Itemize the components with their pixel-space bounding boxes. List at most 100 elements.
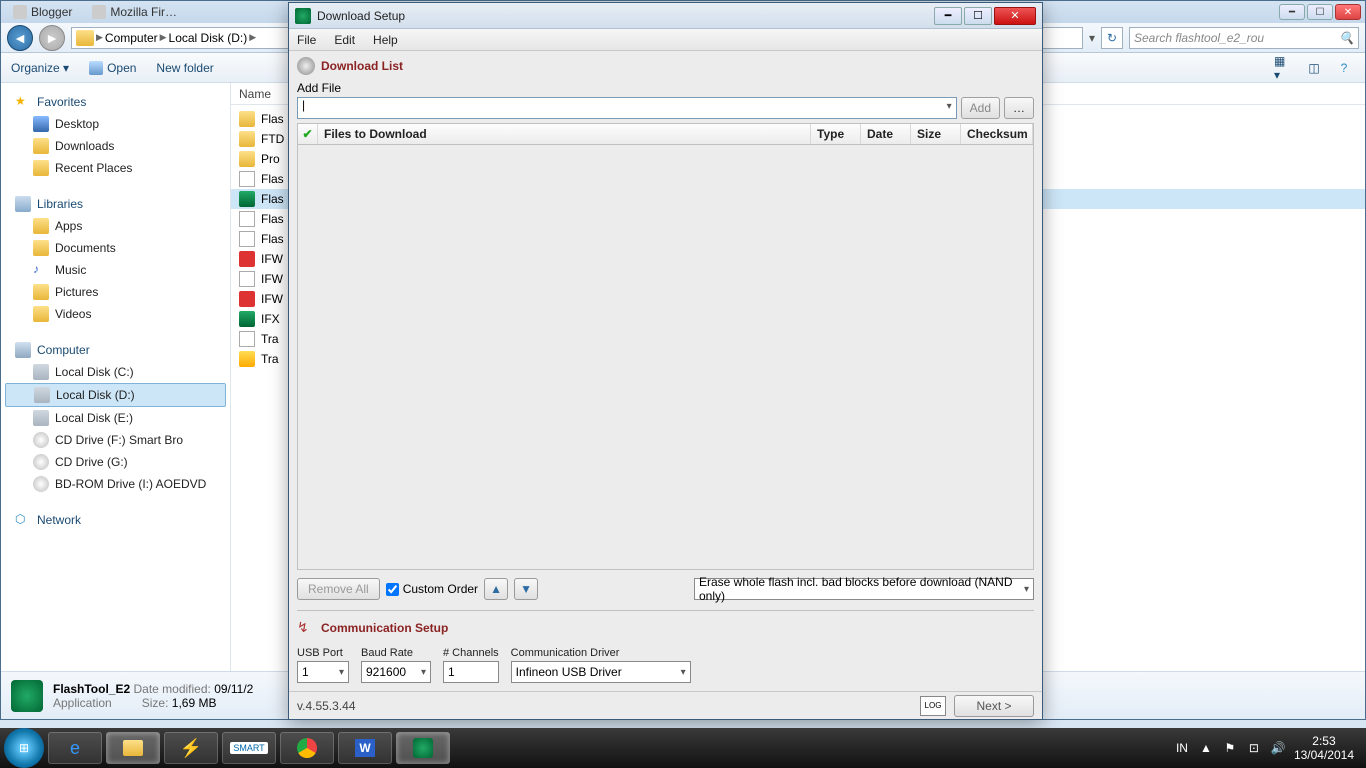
- sidebar-item-documents[interactable]: Documents: [1, 237, 230, 259]
- sidebar-item-drive-d[interactable]: Local Disk (D:): [5, 383, 226, 407]
- cd-icon: [33, 454, 49, 470]
- breadcrumb-item[interactable]: Computer: [105, 31, 158, 45]
- taskbar-app-smart[interactable]: SMART: [222, 732, 276, 764]
- preview-pane-button[interactable]: ◫: [1303, 57, 1325, 79]
- tray-chevron-icon[interactable]: ▲: [1198, 740, 1214, 756]
- organize-menu[interactable]: Organize ▾: [11, 61, 69, 75]
- folder-icon: [239, 131, 255, 147]
- sidebar-item-music[interactable]: ♪Music: [1, 259, 230, 281]
- browser-tab-0[interactable]: Blogger: [5, 3, 80, 21]
- column-size[interactable]: Size: [911, 124, 961, 144]
- sidebar-item-drive-c[interactable]: Local Disk (C:): [1, 361, 230, 383]
- sidebar-item-pictures[interactable]: Pictures: [1, 281, 230, 303]
- custom-order-checkbox[interactable]: Custom Order: [386, 582, 478, 596]
- details-size: 1,69 MB: [172, 696, 217, 710]
- winamp-icon: ⚡: [180, 738, 202, 759]
- close-button[interactable]: ✕: [994, 7, 1036, 25]
- file-name: Flas: [261, 232, 284, 246]
- sidebar-item-recent[interactable]: Recent Places: [1, 157, 230, 179]
- sidebar-item-cd-f[interactable]: CD Drive (F:) Smart Bro: [1, 429, 230, 451]
- start-button[interactable]: ⊞: [4, 728, 44, 768]
- section-title: Download List: [321, 59, 403, 73]
- sidebar-item-drive-e[interactable]: Local Disk (E:): [1, 407, 230, 429]
- minimize-button[interactable]: ━: [1279, 4, 1305, 20]
- comm-driver-label: Communication Driver: [511, 647, 691, 659]
- tray-clock[interactable]: 2:53 13/04/2014: [1294, 734, 1354, 763]
- channels-label: # Channels: [443, 647, 499, 659]
- sidebar-item-apps[interactable]: Apps: [1, 215, 230, 237]
- add-file-input[interactable]: |: [297, 97, 957, 119]
- usb-port-select[interactable]: 1: [297, 661, 349, 683]
- checkbox-column[interactable]: ✔: [298, 124, 318, 144]
- move-down-button[interactable]: ▼: [514, 578, 538, 600]
- column-date[interactable]: Date: [861, 124, 911, 144]
- maximize-button[interactable]: ☐: [1307, 4, 1333, 20]
- browse-button[interactable]: …: [1004, 97, 1034, 119]
- tray-volume-icon[interactable]: 🔊: [1270, 740, 1286, 756]
- tray-date: 13/04/2014: [1294, 748, 1354, 762]
- next-button[interactable]: Next >: [954, 695, 1034, 717]
- new-folder-button[interactable]: New folder: [156, 61, 213, 75]
- dialog-menubar: File Edit Help: [289, 29, 1042, 51]
- sidebar-item-bdrom-i[interactable]: BD-ROM Drive (I:) AOEDVD: [1, 473, 230, 495]
- sidebar-item-cd-g[interactable]: CD Drive (G:): [1, 451, 230, 473]
- minimize-button[interactable]: ━: [934, 7, 962, 25]
- sidebar-libraries-header[interactable]: Libraries: [1, 193, 230, 215]
- column-files[interactable]: Files to Download: [318, 124, 811, 144]
- move-up-button[interactable]: ▲: [484, 578, 508, 600]
- menu-file[interactable]: File: [297, 33, 316, 47]
- close-button[interactable]: ✕: [1335, 4, 1361, 20]
- taskbar-app-flashtool[interactable]: [396, 732, 450, 764]
- breadcrumb-item[interactable]: Local Disk (D:): [169, 31, 248, 45]
- menu-help[interactable]: Help: [373, 33, 398, 47]
- baud-rate-select[interactable]: 921600: [361, 661, 431, 683]
- tray-lang[interactable]: IN: [1174, 740, 1190, 756]
- details-type: Application: [53, 696, 112, 710]
- windows-icon: ⊞: [19, 741, 29, 755]
- sidebar-item-downloads[interactable]: Downloads: [1, 135, 230, 157]
- drive-icon: [33, 410, 49, 426]
- folder-icon: [76, 30, 94, 46]
- maximize-button[interactable]: ☐: [964, 7, 992, 25]
- tray-flag-icon[interactable]: ⚑: [1222, 740, 1238, 756]
- refresh-button[interactable]: ↻: [1101, 27, 1123, 49]
- sidebar-favorites-header[interactable]: ★Favorites: [1, 91, 230, 113]
- log-button[interactable]: LOG: [920, 696, 946, 716]
- ie-icon: e: [70, 738, 80, 759]
- sidebar-network-header[interactable]: ⬡Network: [1, 509, 230, 531]
- remove-all-button[interactable]: Remove All: [297, 578, 380, 600]
- nav-forward-button[interactable]: ►: [39, 25, 65, 51]
- view-options-button[interactable]: ▦ ▾: [1273, 57, 1295, 79]
- exe-icon: [239, 191, 255, 207]
- sidebar-item-desktop[interactable]: Desktop: [1, 113, 230, 135]
- sidebar-item-videos[interactable]: Videos: [1, 303, 230, 325]
- folder-icon: [239, 151, 255, 167]
- breadcrumb-dropdown[interactable]: ▾: [1089, 31, 1095, 45]
- help-button[interactable]: ?: [1333, 57, 1355, 79]
- tab-label: Mozilla Fir…: [110, 5, 177, 19]
- folder-icon: [33, 160, 49, 176]
- taskbar-app-ie[interactable]: e: [48, 732, 102, 764]
- open-button[interactable]: Open: [89, 61, 136, 75]
- browser-tab-1[interactable]: Mozilla Fir…: [84, 3, 185, 21]
- add-button[interactable]: Add: [961, 97, 1000, 119]
- sidebar-computer-header[interactable]: Computer: [1, 339, 230, 361]
- nav-back-button[interactable]: ◄: [7, 25, 33, 51]
- taskbar-app-chrome[interactable]: [280, 732, 334, 764]
- erase-option-select[interactable]: Erase whole flash incl. bad blocks befor…: [694, 578, 1034, 600]
- column-checksum[interactable]: Checksum: [961, 124, 1033, 144]
- comm-driver-select[interactable]: Infineon USB Driver: [511, 661, 691, 683]
- channels-input[interactable]: 1: [443, 661, 499, 683]
- menu-edit[interactable]: Edit: [334, 33, 355, 47]
- custom-order-check[interactable]: [386, 583, 399, 596]
- dialog-titlebar[interactable]: Download Setup ━ ☐ ✕: [289, 3, 1042, 29]
- search-input[interactable]: Search flashtool_e2_rou 🔍: [1129, 27, 1359, 49]
- taskbar-app-word[interactable]: W: [338, 732, 392, 764]
- libraries-icon: [15, 196, 31, 212]
- folder-icon: [123, 740, 143, 756]
- tray-network-icon[interactable]: ⊡: [1246, 740, 1262, 756]
- column-type[interactable]: Type: [811, 124, 861, 144]
- taskbar-app-explorer[interactable]: [106, 732, 160, 764]
- flashtool-icon: [413, 738, 433, 758]
- taskbar-app-winamp[interactable]: ⚡: [164, 732, 218, 764]
